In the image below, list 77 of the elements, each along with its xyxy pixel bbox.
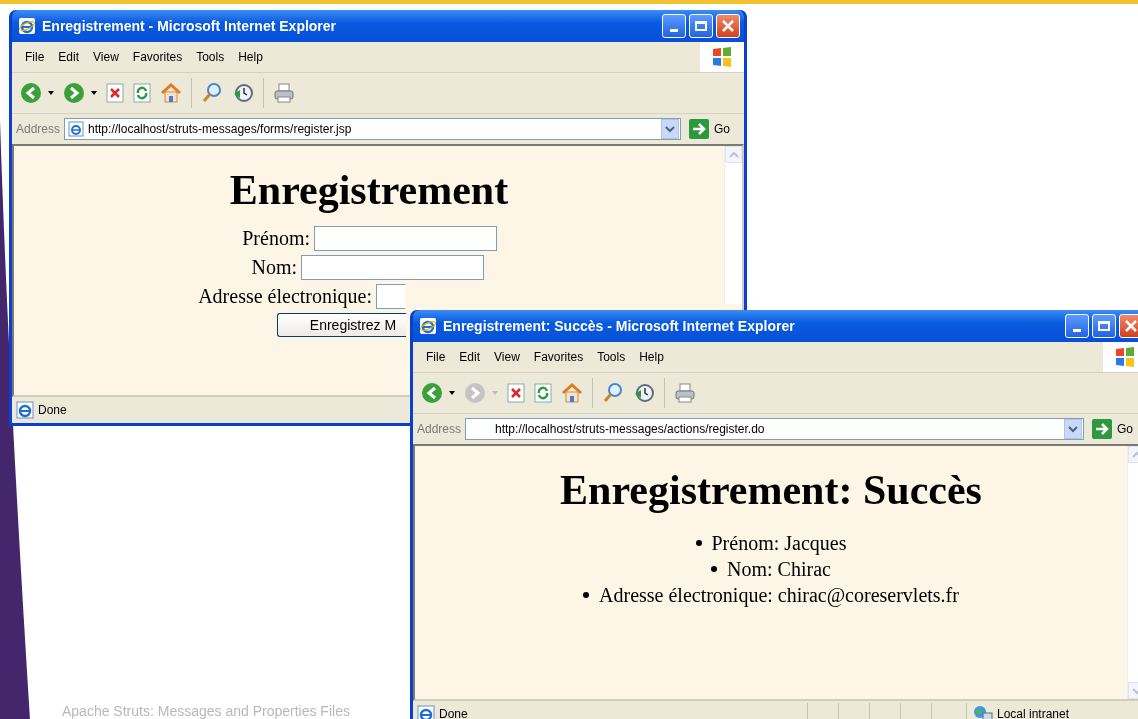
- page-heading: Enregistrement: [228, 166, 510, 214]
- search-icon[interactable]: [201, 82, 223, 104]
- address-field[interactable]: http://localhost/struts-messages/actions/register.do: [465, 418, 1084, 440]
- menu-item[interactable]: Help: [632, 350, 671, 364]
- windows-flag-icon: [700, 42, 744, 72]
- bullet-icon: [583, 592, 590, 598]
- list-item: Prénom: Jacques: [711, 531, 847, 556]
- printer-icon[interactable]: [674, 382, 696, 404]
- dropdown-button[interactable]: [661, 119, 679, 139]
- list-item: Nom: Chirac: [727, 557, 831, 582]
- menu-item[interactable]: Favorites: [125, 50, 190, 64]
- menu-item[interactable]: Tools: [189, 50, 232, 64]
- window-title: Enregistrement: Succès - Microsoft Internet Explorer: [443, 318, 796, 334]
- browser-logo-icon: [18, 17, 36, 35]
- page-heading: Enregistrement: Succès: [559, 466, 983, 514]
- go-button[interactable]: Go: [685, 119, 740, 139]
- list-item: Adresse électronique: chirac@coreservlets.fr: [599, 583, 959, 608]
- browser-logo-icon: [419, 317, 437, 335]
- search-icon[interactable]: [602, 382, 624, 404]
- chevron-down-icon: [665, 125, 675, 133]
- submit-button[interactable]: Enregistrez M: [277, 313, 406, 337]
- home-icon[interactable]: [160, 82, 182, 104]
- menu-item[interactable]: View: [86, 50, 126, 64]
- minimize-button[interactable]: [662, 14, 686, 38]
- page-icon: [68, 121, 85, 137]
- zone-text: Local intranet: [997, 707, 1070, 719]
- input-field[interactable]: [301, 255, 484, 280]
- slide-footer: Apache Struts: Messages and Properties Files: [62, 703, 350, 719]
- menu-item[interactable]: View: [487, 350, 527, 364]
- scrollbar[interactable]: [724, 146, 742, 304]
- stop-icon[interactable]: [106, 83, 124, 103]
- page-icon: [417, 705, 435, 719]
- menu-item[interactable]: Edit: [452, 350, 488, 364]
- field-label: Adresse électronique:: [197, 285, 372, 308]
- history-icon[interactable]: [633, 382, 655, 404]
- input-field[interactable]: [376, 284, 405, 309]
- field-label: Prénom:: [241, 227, 310, 250]
- menu-item[interactable]: Help: [231, 50, 270, 64]
- close-icon: [721, 19, 735, 33]
- history-icon[interactable]: [232, 82, 254, 104]
- page-icon: [16, 401, 34, 419]
- chevron-down-icon: [1068, 425, 1078, 433]
- go-button[interactable]: Go: [1088, 419, 1138, 439]
- caret-icon[interactable]: [48, 91, 54, 95]
- field-label: Nom:: [250, 256, 297, 279]
- menu-item[interactable]: Tools: [590, 350, 633, 364]
- printer-icon[interactable]: [273, 82, 295, 104]
- refresh-icon[interactable]: [133, 83, 151, 103]
- window-title: Enregistrement - Microsoft Internet Explorer: [42, 18, 338, 34]
- input-field[interactable]: [314, 226, 497, 251]
- address-label: Address: [16, 122, 61, 136]
- close-button[interactable]: [1119, 314, 1138, 338]
- refresh-icon[interactable]: [534, 383, 552, 403]
- arrow-right-icon: [1092, 419, 1112, 439]
- bullet-icon: [695, 540, 702, 546]
- maximize-button[interactable]: [1092, 314, 1116, 338]
- address-label: Address: [417, 422, 462, 436]
- close-icon: [1124, 319, 1138, 333]
- home-icon[interactable]: [561, 382, 583, 404]
- windows-flag-icon: [1103, 342, 1138, 372]
- maximize-button[interactable]: [689, 14, 713, 38]
- status-text: Done: [439, 707, 468, 719]
- bullet-icon: [711, 566, 718, 572]
- menu-item[interactable]: Favorites: [526, 350, 591, 364]
- close-button[interactable]: [716, 14, 740, 38]
- stop-icon[interactable]: [507, 383, 525, 403]
- menu-item[interactable]: File: [18, 50, 52, 64]
- dropdown-button[interactable]: [1064, 419, 1082, 439]
- status-text: Done: [38, 403, 67, 417]
- network-computer-icon: [973, 705, 993, 719]
- caret-icon[interactable]: [449, 391, 455, 395]
- menu-item[interactable]: File: [419, 350, 453, 364]
- arrow-right-icon: [689, 119, 709, 139]
- minimize-button[interactable]: [1065, 314, 1089, 338]
- caret-icon[interactable]: [91, 91, 97, 95]
- menu-item[interactable]: Edit: [51, 50, 87, 64]
- address-field[interactable]: http://localhost/struts-messages/forms/register.jsp: [64, 118, 681, 140]
